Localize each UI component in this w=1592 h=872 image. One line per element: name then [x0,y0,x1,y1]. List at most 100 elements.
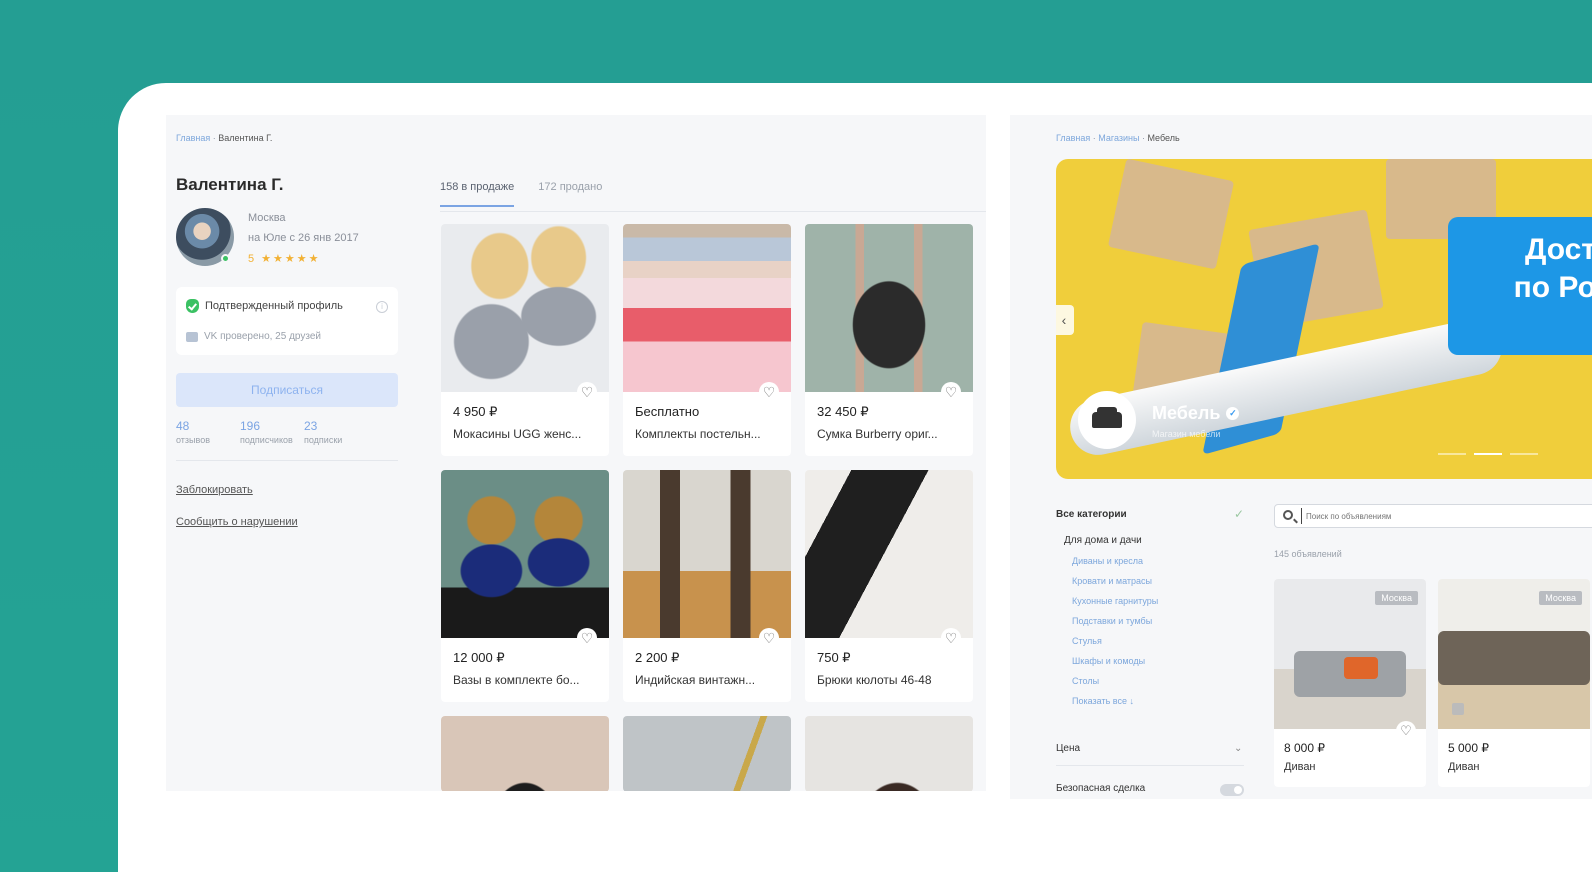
listing-price: 4 950 ₽ [453,404,498,419]
listing-image [623,470,791,638]
shop-name: Мебель ✓ [1152,403,1240,424]
safe-deal-label: Безопасная сделка [1056,783,1146,794]
all-categories[interactable]: Все категории [1056,509,1244,520]
stat-num: 23 [304,419,318,433]
breadcrumb-home[interactable]: Главная [1056,133,1090,143]
price-filter[interactable]: Цена [1056,743,1080,754]
listing-price: 8 000 ₽ [1284,741,1325,755]
listing-card[interactable] [441,716,609,791]
listing-card[interactable]: ♡ 4 950 ₽ Мокасины UGG женс... [441,224,609,456]
listing-card[interactable]: ♡ 750 ₽ Брюки кюлоты 46-48 [805,470,973,702]
stat-label: подписчиков [240,435,293,445]
heart-icon[interactable]: ♡ [577,628,597,648]
profile-city: Москва [248,212,286,224]
box-shape [1107,159,1235,270]
search-input[interactable] [1301,508,1591,524]
listing-title: Диван [1448,761,1480,773]
info-icon[interactable]: i [376,301,388,313]
shop-logo [1078,391,1136,449]
shop-page: Главная · Магазины · Мебель Дост по Ро ‹… [1010,115,1592,799]
safe-deal-toggle[interactable] [1220,784,1244,796]
listing-image [441,224,609,392]
report-link[interactable]: Сообщить о нарушении [176,516,298,528]
profile-page: Главная · Валентина Г. Валентина Г. Моск… [166,115,986,791]
listing-title: Мокасины UGG женс... [453,427,582,441]
category-sidebar: Все категории ✓ Для дома и дачи Диваны и… [1056,507,1244,706]
stat-label: подписки [304,435,343,445]
carousel-dot-active[interactable] [1474,453,1502,455]
category-link[interactable]: Подставки и тумбы [1072,616,1244,626]
profile-rating[interactable]: 5 ★★★★★ [248,252,320,265]
carousel-dot[interactable] [1438,453,1466,455]
listing-title: Индийская винтажн... [635,673,756,687]
divider [1056,765,1244,766]
heart-icon[interactable]: ♡ [759,382,779,402]
heart-icon[interactable]: ♡ [759,628,779,648]
breadcrumb-shops[interactable]: Магазины [1098,133,1139,143]
screenshot-card: Главная · Валентина Г. Валентина Г. Моск… [118,83,1592,872]
carousel-dot[interactable] [1510,453,1538,455]
verified-label: Подтвержденный профиль [205,300,343,312]
listing-image [805,470,973,638]
tab-sold[interactable]: 172 продано [538,181,602,207]
vk-icon [186,331,198,342]
listing-price: 750 ₽ [817,650,851,665]
stat-label: отзывов [176,435,210,445]
heart-icon[interactable]: ♡ [941,628,961,648]
category-link[interactable]: Стулья [1072,636,1244,646]
heart-icon[interactable]: ♡ [1396,721,1416,741]
stat-followers[interactable]: 196 подписчиков [240,419,304,445]
shop-name-text: Мебель [1152,403,1221,423]
verified-icon: ✓ [1226,407,1240,420]
breadcrumb-current: Валентина Г. [218,133,273,143]
category-link[interactable]: Кухонные гарнитуры [1072,596,1244,606]
verification-box: Подтвержденный профиль i VK проверено, 2… [176,287,398,355]
city-badge: Москва [1375,591,1418,605]
stat-num: 48 [176,419,190,433]
block-link[interactable]: Заблокировать [176,484,253,496]
listing-card[interactable]: ♡ 12 000 ₽ Вазы в комплекте бо... [441,470,609,702]
listing-price: 2 200 ₽ [635,650,680,665]
search-icon [1283,510,1293,520]
listing-card[interactable]: Москва 5 000 ₽ Диван [1438,579,1590,787]
shield-icon [186,299,199,313]
listing-card[interactable]: Москва ♡ 8 000 ₽ Диван [1274,579,1426,787]
heart-icon[interactable]: ♡ [577,382,597,402]
breadcrumb: Главная · Магазины · Мебель [1056,133,1180,143]
category-link[interactable]: Шкафы и комоды [1072,656,1244,666]
subscribe-button[interactable]: Подписаться [176,373,398,407]
listing-price: 12 000 ₽ [453,650,505,665]
listing-image [623,716,791,791]
avatar[interactable] [176,208,234,266]
listing-card[interactable]: ♡ Бесплатно Комплекты постельн... [623,224,791,456]
listing-image [441,470,609,638]
listing-card[interactable]: ♡ 32 450 ₽ Сумка Burberry ориг... [805,224,973,456]
chevron-down-icon[interactable]: ⌄ [1234,743,1242,754]
listing-card[interactable] [623,716,791,791]
breadcrumb-home[interactable]: Главная [176,133,210,143]
pillow-shape [1344,657,1378,679]
carousel-dots [1438,453,1538,455]
profile-stats: 48 отзывов 196 подписчиков 23 подписки [176,419,368,445]
listing-card[interactable] [805,716,973,791]
show-all-link[interactable]: Показать все ↓ [1072,696,1244,706]
breadcrumb: Главная · Валентина Г. [176,133,272,143]
heart-icon[interactable]: ♡ [941,382,961,402]
stat-following[interactable]: 23 подписки [304,419,368,445]
category-link[interactable]: Диваны и кресла [1072,556,1244,566]
stat-reviews[interactable]: 48 отзывов [176,419,240,445]
category-link[interactable]: Столы [1072,676,1244,686]
category-link[interactable]: Кровати и матрасы [1072,576,1244,586]
listing-title: Брюки кюлоты 46-48 [817,673,932,687]
listing-price: 5 000 ₽ [1448,741,1489,755]
listing-title: Вазы в комплекте бо... [453,673,580,687]
listing-card[interactable]: ♡ 2 200 ₽ Индийская винтажн... [623,470,791,702]
shop-banner[interactable]: Дост по Ро ‹ Мебель ✓ Магазин мебели [1056,159,1592,479]
prev-arrow-icon[interactable]: ‹ [1056,305,1074,335]
city-badge: Москва [1539,591,1582,605]
online-indicator [221,254,230,263]
tab-on-sale[interactable]: 158 в продаже [440,181,515,207]
sofa-shape [1438,631,1590,685]
check-icon: ✓ [1233,507,1244,521]
category-group[interactable]: Для дома и дачи [1064,535,1244,546]
